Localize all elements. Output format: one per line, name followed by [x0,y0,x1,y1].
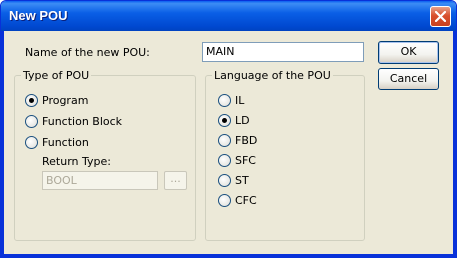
return-type-input[interactable]: BOOL [42,171,158,190]
window-border-left [1,31,4,257]
new-pou-dialog: New POU Name of the new POU: MAIN OK Can… [0,0,457,258]
radio-label-fbd: FBD [235,134,258,147]
type-of-pou-legend: Type of POU [23,69,90,82]
ok-button[interactable]: OK [378,41,439,64]
radio-label-ld: LD [235,114,250,127]
radio-label-sfc: SFC [235,154,256,167]
radio-label-function: Function [42,136,89,149]
language-of-pou-legend: Language of the POU [214,69,331,82]
radio-function-block[interactable] [25,115,38,128]
window-title: New POU [9,8,68,23]
close-button[interactable] [430,6,451,27]
radio-fbd[interactable] [218,134,231,147]
pou-name-label: Name of the new POU: [25,46,150,59]
radio-il[interactable] [218,94,231,107]
pou-name-input[interactable]: MAIN [202,42,364,62]
title-bar[interactable]: New POU [1,1,456,31]
radio-label-st: ST [235,174,249,187]
radio-st[interactable] [218,174,231,187]
radio-function[interactable] [25,136,38,149]
radio-sfc[interactable] [218,154,231,167]
radio-label-program: Program [42,94,89,107]
window-border-right [453,31,456,257]
radio-ld[interactable] [218,114,231,127]
window-border-bottom [1,254,456,257]
cancel-button[interactable]: Cancel [378,68,439,90]
return-type-browse-button[interactable]: ... [164,171,187,190]
radio-label-function-block: Function Block [42,115,123,128]
close-icon [435,11,446,22]
radio-label-cfc: CFC [235,194,257,207]
return-type-label: Return Type: [42,155,111,168]
radio-cfc[interactable] [218,194,231,207]
radio-program[interactable] [25,94,38,107]
radio-label-il: IL [235,94,245,107]
